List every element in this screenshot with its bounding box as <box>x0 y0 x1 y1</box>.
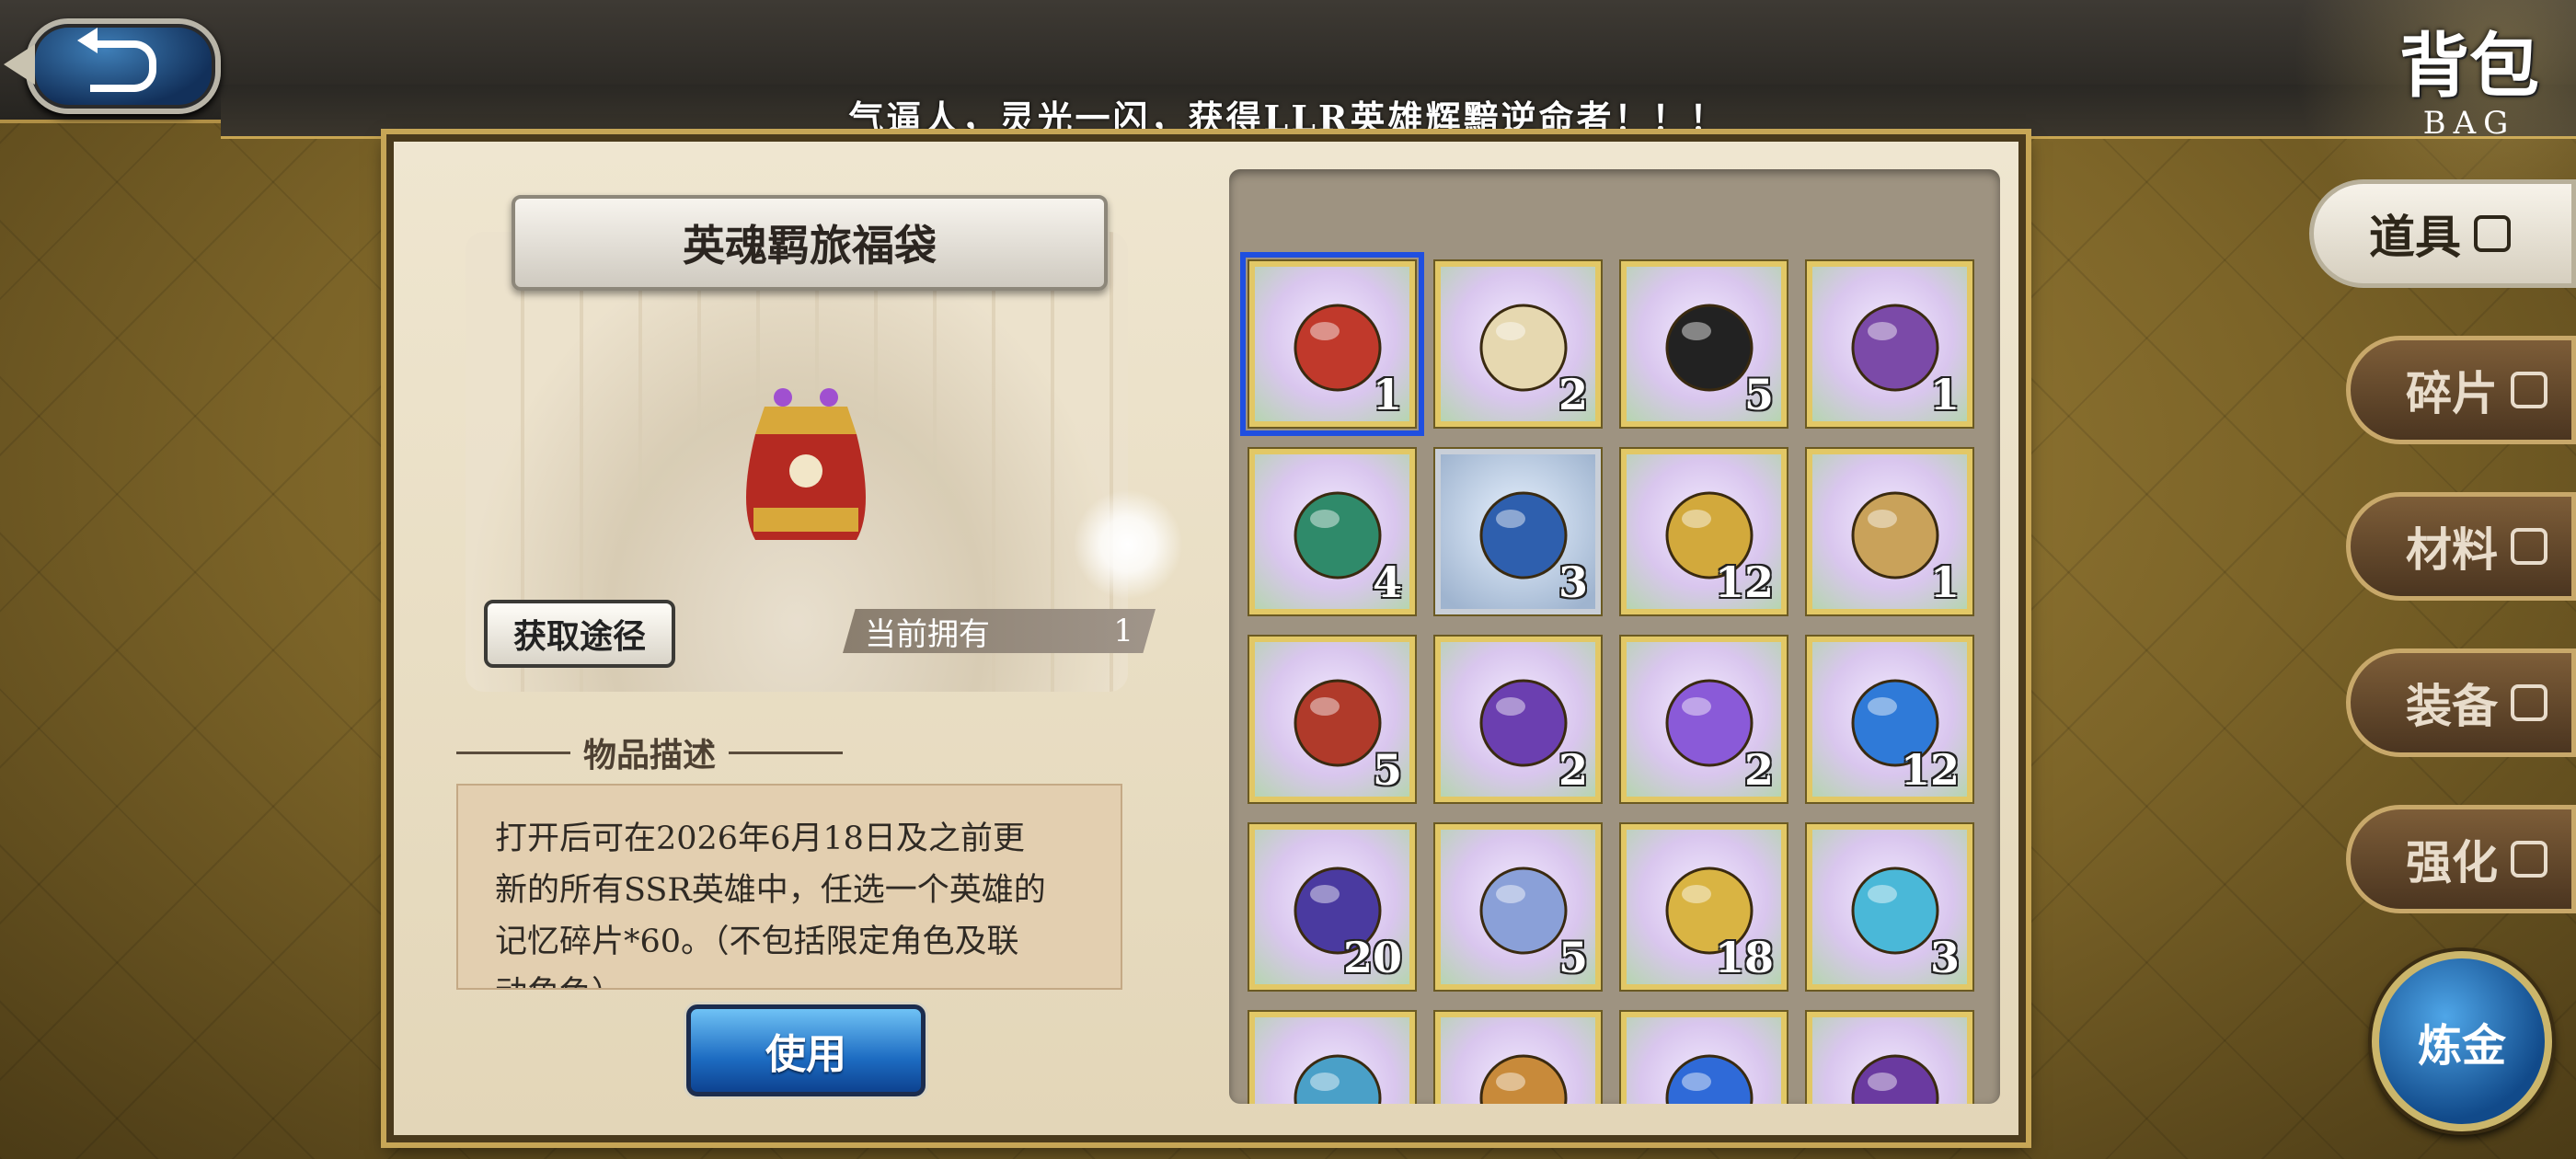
description-box[interactable]: 打开后可在2026年6月18日及之前更 新的所有SSR英雄中，任选一个英雄的 记… <box>456 784 1122 990</box>
item-count: 4 <box>1372 557 1402 607</box>
item-grid-area[interactable]: 1 2 5 1 4 3 12 1 5 2 2 12 20 5 18 3 <box>1229 169 2000 1104</box>
item-slot[interactable]: 12 <box>1621 449 1787 614</box>
item-detail-pane: 英魂羁旅福袋 获取途径 当前拥有 1 物品描述 打开后可在2026年6月18日及… <box>410 158 1202 1115</box>
item-slot[interactable]: 20 <box>1249 824 1415 990</box>
item-count: 5 <box>1558 933 1588 982</box>
item-name-banner: 英魂羁旅福袋 <box>512 195 1108 291</box>
bread-icon <box>1479 1054 1568 1104</box>
tab-1[interactable]: 道具 <box>2309 179 2576 288</box>
page-title: 背包 BAG <box>2399 9 2539 142</box>
source-button[interactable]: 获取途径 <box>484 600 675 668</box>
bag-panel: 英魂羁旅福袋 获取途径 当前拥有 1 物品描述 打开后可在2026年6月18日及… <box>386 134 2026 1142</box>
item-slot[interactable] <box>1249 1012 1415 1104</box>
tab-2[interactable]: 碎片 <box>2346 336 2576 444</box>
description-text: 打开后可在2026年6月18日及之前更 新的所有SSR英雄中，任选一个英雄的 记… <box>458 786 1121 988</box>
item-count: 12 <box>1900 745 1960 795</box>
page-title-en: BAG <box>2422 105 2516 142</box>
item-count: 1 <box>1372 370 1402 419</box>
lucky-bag-icon <box>746 388 866 540</box>
item-slot[interactable]: 2 <box>1621 637 1787 802</box>
tab-label: 强化 <box>2406 835 2498 889</box>
item-slot[interactable] <box>1621 1012 1787 1104</box>
blue-orb-icon <box>1665 1054 1754 1104</box>
item-slot[interactable]: 1 <box>1240 252 1424 436</box>
gear-flower-icon <box>2511 528 2547 565</box>
divider <box>729 751 844 754</box>
owned-label: 当前拥有 <box>865 615 990 653</box>
description-heading-text: 物品描述 <box>583 736 717 775</box>
back-arrow-icon <box>77 28 156 92</box>
shield-icon <box>2511 684 2547 721</box>
item-slot[interactable] <box>1807 1012 1972 1104</box>
item-slot[interactable]: 1 <box>1807 261 1972 427</box>
item-slot[interactable]: 4 <box>1249 449 1415 614</box>
description-line: 动角色） <box>495 968 1084 988</box>
tab-label: 碎片 <box>2406 366 2498 420</box>
description-line: 打开后可在2026年6月18日及之前更 <box>495 820 1025 857</box>
item-slot[interactable]: 12 <box>1807 637 1972 802</box>
item-slot[interactable]: 5 <box>1621 261 1787 427</box>
use-button[interactable]: 使用 <box>686 1004 926 1096</box>
flask-icon <box>2474 215 2511 252</box>
description-line: 记忆碎片*60。（不包括限定角色及联 <box>495 924 1019 960</box>
item-count: 3 <box>1558 557 1588 607</box>
item-slot[interactable]: 5 <box>1249 637 1415 802</box>
purple-jar-icon <box>1851 1054 1939 1104</box>
item-count: 1 <box>1929 557 1960 607</box>
item-slot[interactable]: 2 <box>1435 637 1601 802</box>
item-count: 2 <box>1558 370 1588 419</box>
tab-4[interactable]: 装备 <box>2346 648 2576 757</box>
upgrade-icon <box>2511 841 2547 878</box>
tab-5[interactable]: 强化 <box>2346 805 2576 913</box>
item-count: 5 <box>1372 745 1402 795</box>
item-slot[interactable]: 2 <box>1435 261 1601 427</box>
item-count: 5 <box>1743 370 1774 419</box>
tab-label: 装备 <box>2406 679 2498 733</box>
tab-label: 材料 <box>2406 522 2498 577</box>
alchemy-button[interactable]: 炼金 <box>2372 951 2552 1131</box>
item-count: 18 <box>1714 933 1774 982</box>
item-slot[interactable] <box>1435 1012 1601 1104</box>
item-slot[interactable]: 5 <box>1435 824 1601 990</box>
item-slot[interactable]: 1 <box>1807 449 1972 614</box>
owned-count: 1 <box>1113 613 1133 649</box>
tab-3[interactable]: 材料 <box>2346 492 2576 601</box>
sparkle-orb <box>1073 489 1183 600</box>
item-grid: 1 2 5 1 4 3 12 1 5 2 2 12 20 5 18 3 <box>1240 252 1972 1104</box>
item-count: 1 <box>1929 370 1960 419</box>
item-count: 20 <box>1342 933 1402 982</box>
item-count: 2 <box>1558 745 1588 795</box>
page-title-cn: 背包 <box>2399 25 2539 107</box>
item-slot[interactable]: 3 <box>1435 449 1601 614</box>
divider <box>456 751 570 754</box>
description-line: 新的所有SSR英雄中，任选一个英雄的 <box>495 872 1046 909</box>
item-slot[interactable]: 3 <box>1807 824 1972 990</box>
item-count: 2 <box>1743 745 1774 795</box>
owned-count-bar: 当前拥有 1 <box>843 609 1156 653</box>
tab-label: 道具 <box>2369 210 2461 264</box>
description-heading: 物品描述 <box>456 729 844 776</box>
item-count: 3 <box>1929 933 1960 982</box>
shard-icon <box>2511 372 2547 408</box>
announcement-marquee: 气逼人，灵光一闪，获得LLR英雄辉黯逆命者！！！ <box>848 98 1728 139</box>
small-potion-icon <box>1294 1054 1382 1104</box>
item-slot[interactable]: 18 <box>1621 824 1787 990</box>
item-count: 12 <box>1714 557 1774 607</box>
